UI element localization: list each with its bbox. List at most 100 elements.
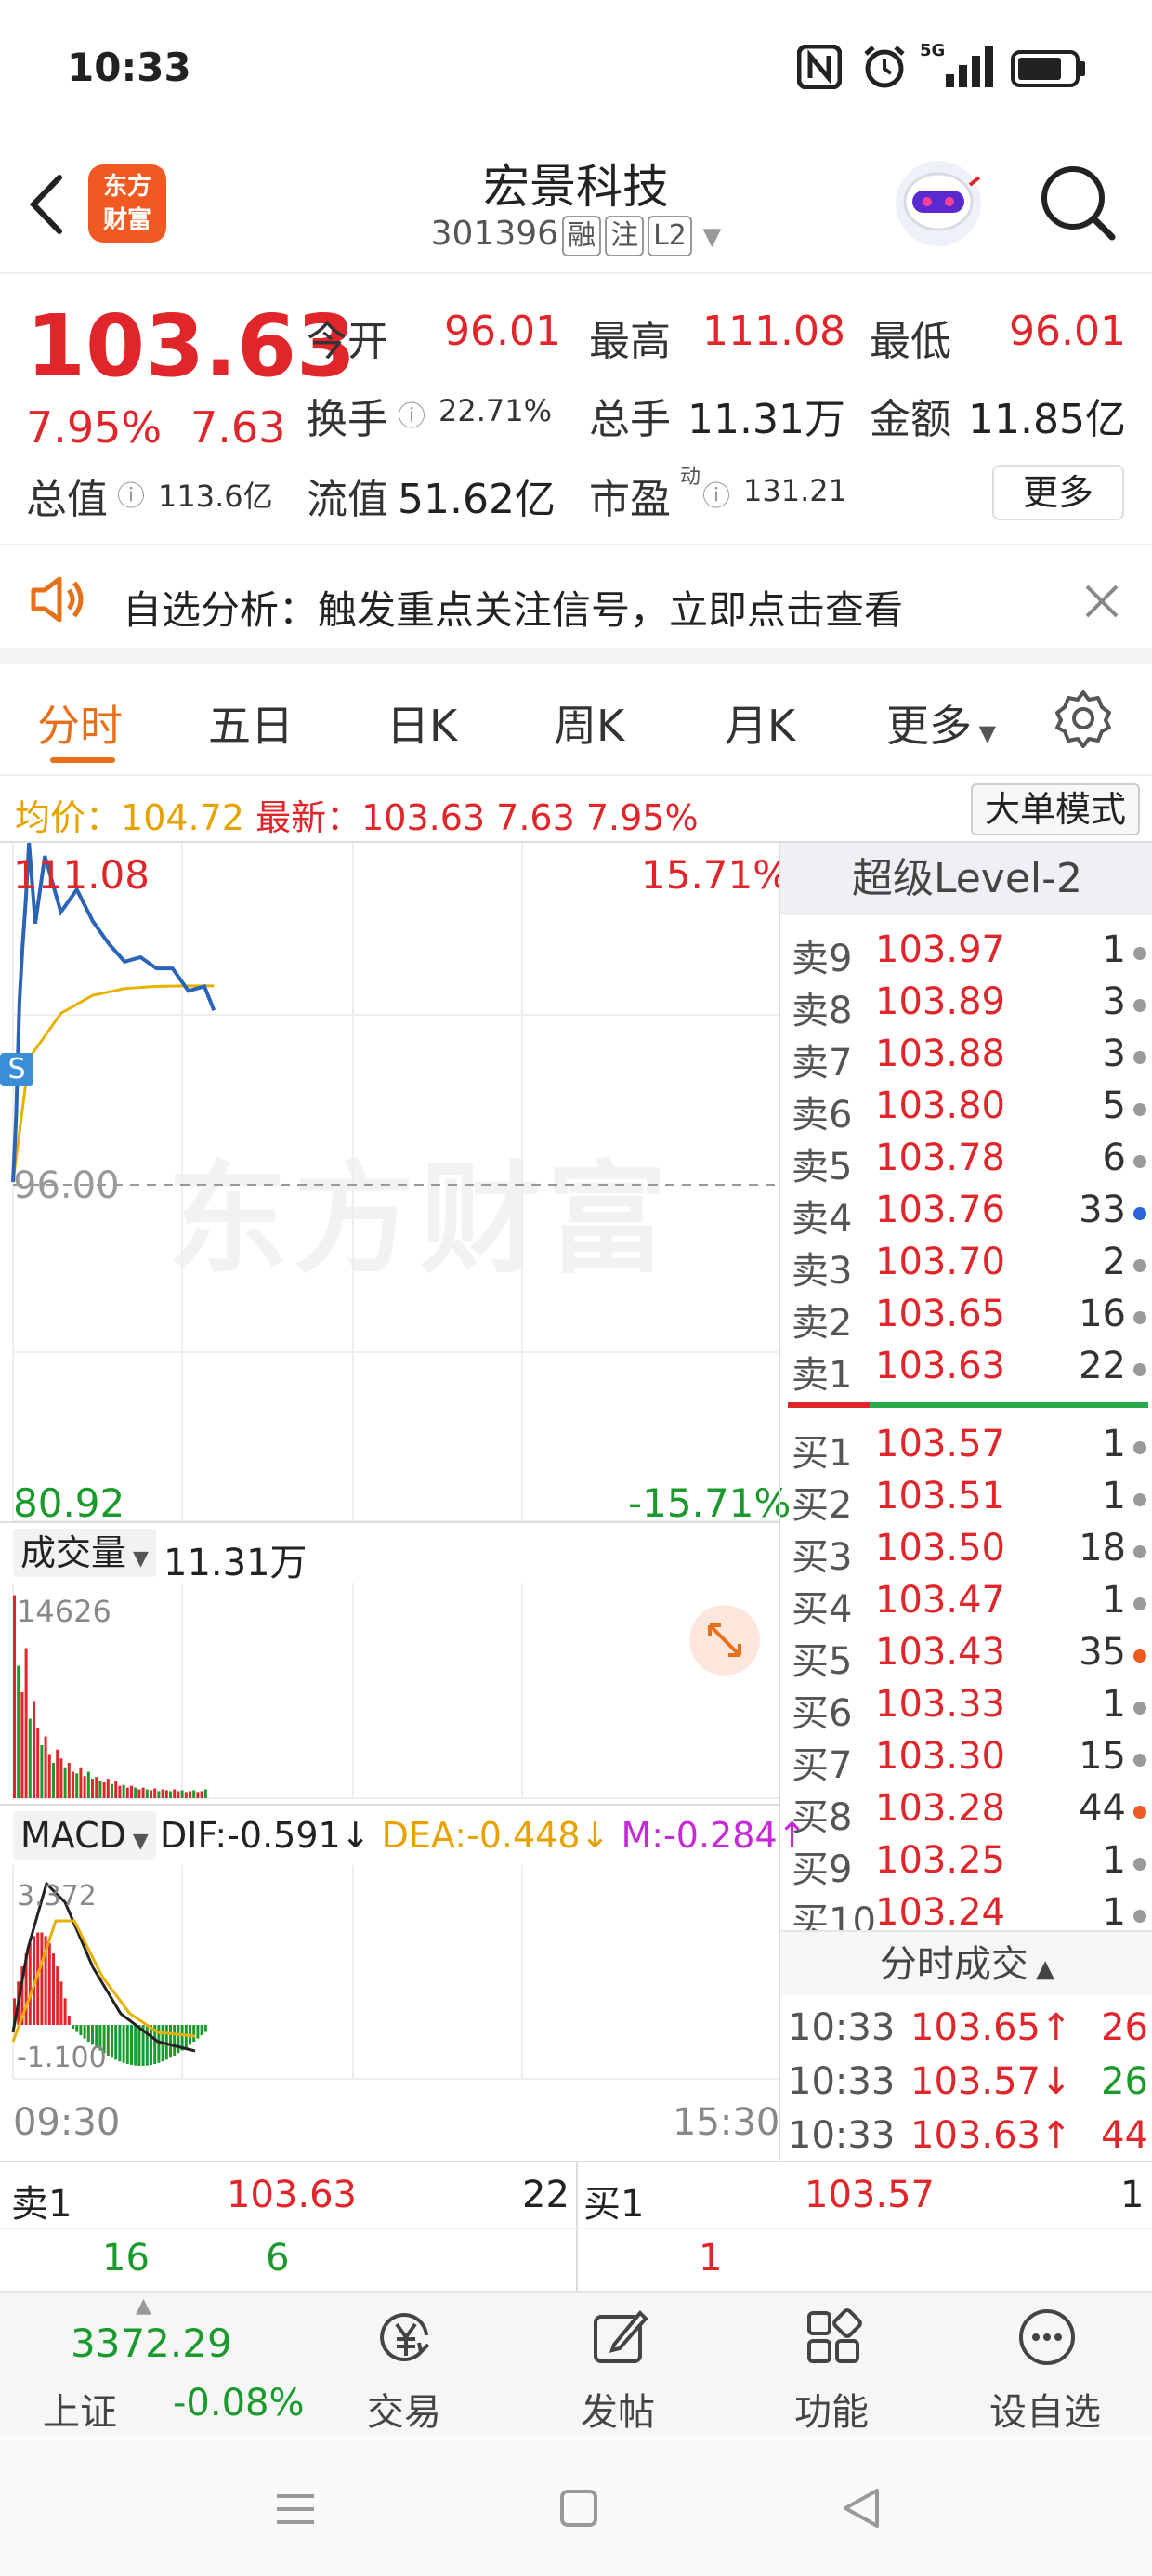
ask-row[interactable]: 卖6 103.80 5 (788, 1084, 1150, 1137)
amount-label: 金额 (870, 396, 951, 443)
tab-more[interactable]: 更多 ▼ (886, 692, 996, 754)
trade-yen-icon (380, 2313, 430, 2362)
volume-indicator-select[interactable]: 成交量 ▼ (13, 1529, 156, 1577)
trades-header[interactable]: 分时成交 ▲ (780, 1930, 1152, 1995)
info-icon[interactable]: ⓘ (702, 473, 730, 514)
ask-row[interactable]: 卖5 103.78 6 (788, 1137, 1150, 1189)
macd-bar (52, 1953, 55, 2025)
tab-five-day[interactable]: 五日 (208, 692, 294, 754)
info-icon[interactable]: ⓘ (398, 393, 425, 434)
bid-dot (1133, 1754, 1146, 1767)
ask-row[interactable]: 卖7 103.88 3 (788, 1032, 1150, 1084)
volume-header: 成交量 ▼ 11.31万 (0, 1521, 779, 1584)
back-nav-icon[interactable] (840, 2487, 883, 2530)
signal-icon (946, 46, 993, 87)
volume-bar (200, 1791, 203, 1798)
macd-bar (150, 2025, 152, 2065)
ask-row[interactable]: 卖9 103.97 1 (788, 928, 1150, 980)
bid-row[interactable]: 买6 103.33 1 (788, 1683, 1150, 1735)
bid-price: 103.57 (875, 1423, 1005, 1465)
settings-gear-icon[interactable] (1054, 689, 1113, 748)
bid-row[interactable]: 买1 103.57 1 (788, 1423, 1150, 1475)
post-button[interactable]: 发帖 (511, 2293, 725, 2437)
close-icon[interactable] (1083, 583, 1120, 620)
bid-dot (1133, 1806, 1146, 1819)
ask-volume: 3 (1102, 980, 1126, 1023)
sell-signal-marker[interactable]: S (0, 1053, 33, 1086)
intraday-chart-area[interactable]: 东方财富 111.08 15.71% 96.00 80.92 -15.71% S… (0, 843, 806, 2161)
info-icon[interactable]: ⓘ (117, 473, 145, 514)
bid-row[interactable]: 买8 103.28 44 (788, 1787, 1150, 1839)
bid-row[interactable]: 买3 103.50 18 (788, 1527, 1150, 1579)
bid-row[interactable]: 买4 103.47 1 (788, 1579, 1150, 1631)
trade-button[interactable]: 交易 (297, 2293, 511, 2437)
tag-registered: 注 (605, 216, 645, 256)
order-book-panel[interactable]: 超级Level-2 卖9 103.97 1 卖8 103.89 3 卖7 103… (779, 843, 1152, 2161)
bid-row[interactable]: 买9 103.25 1 (788, 1839, 1150, 1891)
macd-bar (196, 2025, 200, 2039)
tab-weekly-k[interactable]: 周K (554, 692, 624, 754)
macd-bar (59, 1981, 63, 2025)
functions-button[interactable]: 功能 (725, 2293, 938, 2437)
tag-margin: 融 (562, 216, 602, 256)
macd-bar (203, 2025, 207, 2032)
tab-monthly-k[interactable]: 月K (725, 692, 795, 754)
tab-daily-k[interactable]: 日K (386, 692, 457, 754)
volume-chart[interactable] (0, 1583, 779, 1804)
ask-dot (1133, 1207, 1146, 1220)
bid-row[interactable]: 买5 103.43 35 (788, 1631, 1150, 1683)
big-order-mode-button[interactable]: 大单模式 (971, 783, 1140, 835)
search-icon[interactable] (1036, 161, 1119, 244)
alert-banner[interactable]: 自选分析：触发重点关注信号，立即点击查看 (0, 545, 1152, 664)
volume-bar (56, 1749, 59, 1798)
ask-dot (1133, 1103, 1146, 1116)
bid-price: 103.43 (875, 1631, 1005, 1674)
summary-sub-b: 6 (266, 2237, 290, 2280)
index-value: 3372.29 (71, 2320, 232, 2366)
summary-sub-c: 1 (699, 2237, 723, 2280)
volume-max-label: 14626 (17, 1594, 111, 1629)
macd-chart[interactable] (0, 1865, 779, 2084)
grid-functions-icon (807, 2308, 862, 2363)
ask-dot (1133, 1311, 1146, 1324)
summary-buy-label: 买1 (583, 2183, 645, 2226)
change-percent: 7.95% (26, 402, 163, 453)
home-icon[interactable] (559, 2489, 598, 2528)
trade-price: 103.57↓ (910, 2060, 1072, 2103)
trade-time: 10:33 (788, 2060, 896, 2103)
macd-indicator-select[interactable]: MACD ▼ (13, 1811, 156, 1860)
ask-row[interactable]: 卖1 103.63 22 (788, 1345, 1150, 1397)
intraday-info-bar: 均价：104.72 最新：103.63 7.63 7.95% 大单模式 (0, 776, 1152, 843)
order-book-title[interactable]: 超级Level-2 (780, 843, 1152, 915)
trade-price: 103.63↑ (910, 2114, 1072, 2157)
ask-row[interactable]: 卖2 103.65 16 (788, 1293, 1150, 1345)
bid-volume: 1 (1102, 1475, 1126, 1518)
menu-icon[interactable] (275, 2489, 316, 2530)
bid-price: 103.24 (875, 1891, 1005, 1934)
tab-intraday[interactable]: 分时 (37, 692, 123, 754)
bid-row[interactable]: 买7 103.30 15 (788, 1735, 1150, 1787)
functions-label: 功能 (794, 2391, 869, 2434)
bid-volume: 1 (1102, 1683, 1126, 1726)
macd-dea: DEA:-0.448 (381, 1815, 581, 1856)
more-button[interactable]: 更多 (992, 465, 1124, 520)
ask-row[interactable]: 卖3 103.70 2 (788, 1241, 1150, 1293)
ask-price: 103.97 (875, 928, 1005, 971)
robot-assistant-icon[interactable] (892, 157, 985, 250)
ask-label: 卖9 (792, 938, 853, 980)
bid-dot (1133, 1545, 1146, 1558)
volume-bar (33, 1701, 35, 1798)
bid-row[interactable]: 买2 103.51 1 (788, 1475, 1150, 1527)
macd-bar (111, 2025, 113, 2058)
ask-label: 卖1 (792, 1354, 853, 1397)
ask-dot (1133, 1155, 1146, 1168)
bid-price: 103.50 (875, 1527, 1005, 1570)
volume-bar (150, 1790, 152, 1798)
add-favorite-button[interactable]: 设自选 (938, 2293, 1152, 2437)
ask-row[interactable]: 卖8 103.89 3 (788, 980, 1150, 1032)
macd-bar (130, 2025, 133, 2065)
bid-dot (1133, 1858, 1146, 1871)
ask-row[interactable]: 卖4 103.76 33 (788, 1189, 1150, 1241)
index-ticker[interactable]: ▲ 3372.29 上证 -0.08% (43, 2293, 305, 2437)
index-percent: -0.08% (173, 2382, 305, 2425)
